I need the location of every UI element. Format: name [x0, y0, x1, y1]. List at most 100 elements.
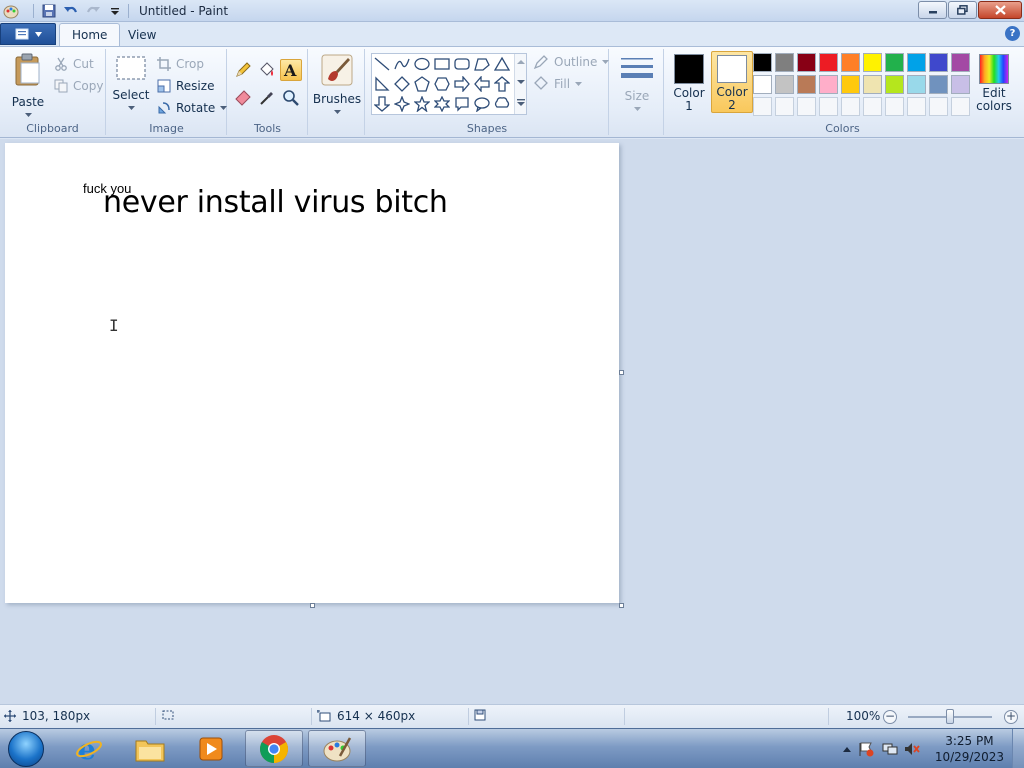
pentagon-shape-icon[interactable]	[412, 74, 432, 94]
up-arrow-shape-icon[interactable]	[492, 74, 512, 94]
down-arrow-shape-icon[interactable]	[372, 94, 392, 114]
scroll-down-icon[interactable]	[516, 78, 526, 86]
brushes-button[interactable]: Brushes	[313, 53, 361, 114]
canvas-resize-handle-corner[interactable]	[619, 603, 624, 608]
show-desktop-button[interactable]	[1012, 729, 1024, 768]
oval-shape-icon[interactable]	[412, 54, 432, 74]
resize-button[interactable]: Resize	[157, 77, 214, 95]
scroll-up-icon[interactable]	[516, 58, 526, 66]
palette-color-swatch[interactable]	[819, 53, 838, 72]
zoom-out-button[interactable]: −	[883, 710, 897, 724]
palette-color-swatch[interactable]	[775, 53, 794, 72]
right-triangle-shape-icon[interactable]	[372, 74, 392, 94]
four-point-star-icon[interactable]	[392, 94, 412, 114]
redo-icon[interactable]	[84, 2, 102, 20]
palette-color-swatch[interactable]	[907, 53, 926, 72]
left-arrow-shape-icon[interactable]	[472, 74, 492, 94]
select-button[interactable]: Select	[112, 55, 150, 110]
clock[interactable]: 3:25 PM 10/29/2023	[935, 733, 1004, 765]
fill-bucket-icon[interactable]	[256, 59, 278, 81]
line-shape-icon[interactable]	[372, 54, 392, 74]
oval-callout-icon[interactable]	[472, 94, 492, 114]
action-center-flag-icon[interactable]	[858, 741, 874, 757]
palette-color-swatch[interactable]	[907, 75, 926, 94]
color-picker-icon[interactable]	[256, 87, 278, 109]
palette-color-swatch[interactable]	[841, 53, 860, 72]
shapes-scrollbar[interactable]	[514, 54, 526, 114]
curve-shape-icon[interactable]	[392, 54, 412, 74]
paint-menu-button[interactable]	[0, 23, 56, 45]
internet-explorer-icon[interactable]: e	[60, 730, 118, 767]
rectangle-shape-icon[interactable]	[432, 54, 452, 74]
palette-color-swatch[interactable]	[885, 53, 904, 72]
palette-color-swatch[interactable]	[775, 75, 794, 94]
palette-custom-swatch[interactable]	[951, 97, 970, 116]
palette-color-swatch[interactable]	[841, 75, 860, 94]
file-explorer-icon[interactable]	[121, 730, 179, 767]
cloud-callout-icon[interactable]	[492, 94, 512, 114]
palette-color-swatch[interactable]	[951, 53, 970, 72]
palette-color-swatch[interactable]	[863, 53, 882, 72]
text-tool-icon[interactable]: A	[280, 59, 302, 81]
palette-custom-swatch[interactable]	[907, 97, 926, 116]
help-icon[interactable]: ?	[1005, 26, 1020, 41]
palette-custom-swatch[interactable]	[797, 97, 816, 116]
palette-color-swatch[interactable]	[929, 53, 948, 72]
color1-button[interactable]: Color 1	[670, 51, 708, 113]
zoom-slider-thumb[interactable]	[946, 709, 954, 724]
palette-color-swatch[interactable]	[951, 75, 970, 94]
canvas-resize-handle-bottom[interactable]	[310, 603, 315, 608]
cut-button[interactable]: Cut	[54, 55, 94, 73]
right-arrow-shape-icon[interactable]	[452, 74, 472, 94]
palette-custom-swatch[interactable]	[753, 97, 772, 116]
palette-color-swatch[interactable]	[753, 53, 772, 72]
triangle-shape-icon[interactable]	[492, 54, 512, 74]
network-icon[interactable]	[882, 741, 898, 757]
tab-home[interactable]: Home	[59, 23, 121, 46]
rounded-rectangle-shape-icon[interactable]	[452, 54, 472, 74]
magnifier-icon[interactable]	[280, 87, 302, 109]
undo-icon[interactable]	[62, 2, 80, 20]
five-point-star-icon[interactable]	[412, 94, 432, 114]
restore-button[interactable]	[948, 1, 977, 19]
customize-qat-icon[interactable]	[106, 2, 124, 20]
size-button[interactable]: Size	[618, 55, 656, 111]
color2-button[interactable]: Color 2	[711, 51, 753, 113]
paint-taskbar-icon[interactable]	[308, 730, 366, 767]
paint-app-icon[interactable]	[3, 3, 19, 19]
gallery-more-icon[interactable]	[516, 98, 526, 108]
chrome-icon[interactable]	[245, 730, 303, 767]
canvas-resize-handle-right[interactable]	[619, 370, 624, 375]
hexagon-shape-icon[interactable]	[432, 74, 452, 94]
palette-custom-swatch[interactable]	[819, 97, 838, 116]
outline-button[interactable]: Outline	[533, 53, 610, 71]
pencil-icon[interactable]	[232, 59, 254, 81]
crop-button[interactable]: Crop	[157, 55, 204, 73]
polygon-shape-icon[interactable]	[472, 54, 492, 74]
palette-color-swatch[interactable]	[797, 75, 816, 94]
tab-view[interactable]: View	[116, 23, 168, 46]
palette-color-swatch[interactable]	[819, 75, 838, 94]
palette-custom-swatch[interactable]	[929, 97, 948, 116]
palette-color-swatch[interactable]	[863, 75, 882, 94]
paste-button[interactable]: Paste	[8, 53, 48, 117]
show-hidden-icons-icon[interactable]	[842, 745, 852, 753]
rotate-button[interactable]: Rotate	[157, 99, 228, 117]
volume-muted-icon[interactable]	[904, 741, 920, 757]
copy-button[interactable]: Copy	[54, 77, 103, 95]
palette-color-swatch[interactable]	[929, 75, 948, 94]
zoom-in-button[interactable]: +	[1004, 710, 1018, 724]
six-point-star-icon[interactable]	[432, 94, 452, 114]
minimize-button[interactable]	[918, 1, 947, 19]
close-button[interactable]	[978, 1, 1022, 19]
palette-custom-swatch[interactable]	[841, 97, 860, 116]
fill-button[interactable]: Fill	[533, 75, 583, 93]
drawing-canvas[interactable]: fuck you never install virus bitch I	[5, 143, 619, 603]
palette-color-swatch[interactable]	[753, 75, 772, 94]
palette-custom-swatch[interactable]	[863, 97, 882, 116]
diamond-shape-icon[interactable]	[392, 74, 412, 94]
start-button[interactable]	[4, 729, 48, 768]
edit-colors-button[interactable]: Edit colors	[974, 51, 1014, 113]
palette-color-swatch[interactable]	[797, 53, 816, 72]
media-player-icon[interactable]	[182, 730, 240, 767]
